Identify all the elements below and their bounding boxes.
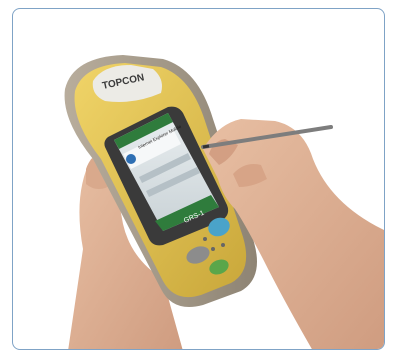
device-photo: TOPCON GRS-1 Internet Explorer Mobile [64, 55, 384, 349]
photo-frame: TOPCON GRS-1 Internet Explorer Mobile [12, 8, 385, 350]
